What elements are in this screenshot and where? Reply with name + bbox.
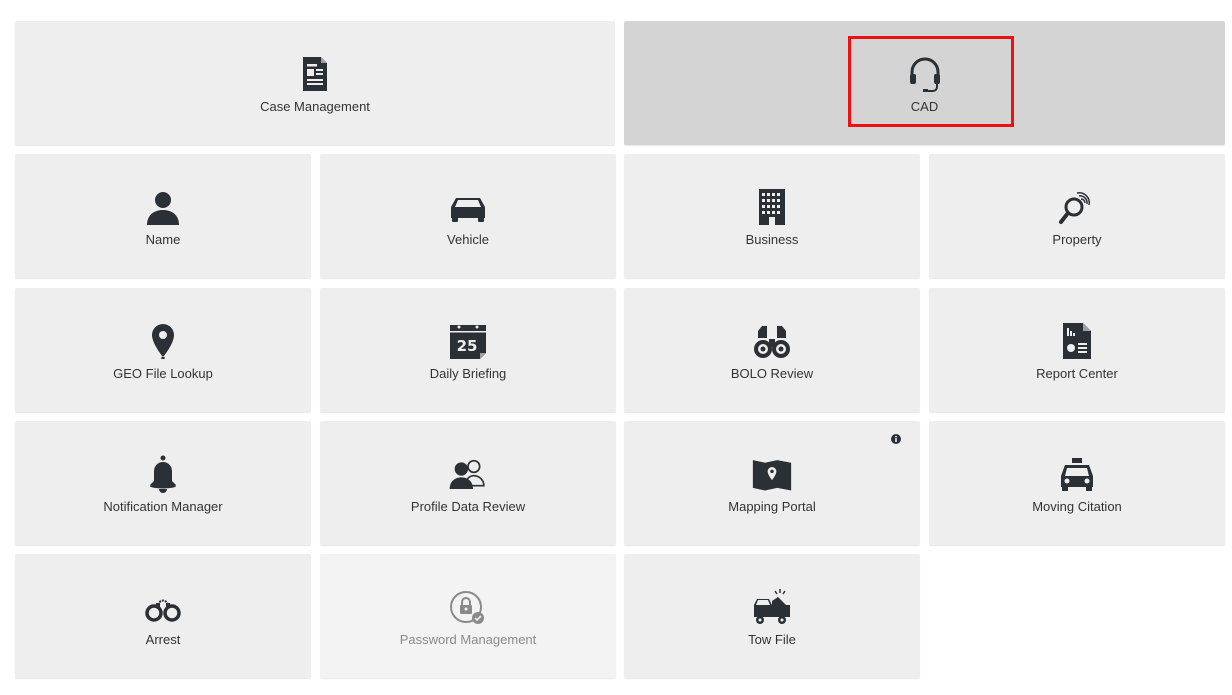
tile-geo-file-lookup[interactable]: GEO File Lookup [15,288,311,412]
info-icon[interactable] [891,434,901,444]
tile-business[interactable]: Business [624,154,920,278]
svg-text:25: 25 [457,337,478,355]
headset-icon [904,53,946,95]
tile-label: Vehicle [447,231,489,247]
tile-label: Tow File [748,631,796,647]
tile-name[interactable]: Name [15,154,311,278]
taxi-icon [1056,453,1098,495]
map-icon [751,453,793,495]
fingerprint-magnifier-icon [1056,186,1098,228]
tow-truck-icon [751,586,793,628]
tile-label: Name [145,231,181,247]
users-icon [447,453,489,495]
tile-password-management: Password Management [320,554,616,678]
tile-label: Password Management [399,631,537,647]
tile-notification-manager[interactable]: Notification Manager [15,421,311,545]
tile-label: Profile Data Review [410,498,526,514]
tile-bolo-review[interactable]: BOLO Review [624,288,920,412]
tile-label: BOLO Review [730,365,814,381]
tile-report-center[interactable]: Report Center [929,288,1225,412]
tile-label: Mapping Portal [728,498,816,514]
tile-label: Business [745,231,799,247]
tile-tow-file[interactable]: Tow File [624,554,920,678]
tile-property[interactable]: Property [929,154,1225,278]
person-icon [142,186,184,228]
tile-label: Daily Briefing [429,365,507,381]
tile-label: Property [1052,231,1102,247]
tile-moving-citation[interactable]: Moving Citation [929,421,1225,545]
tile-daily-briefing[interactable]: 25 Daily Briefing [320,288,616,412]
lock-icon [447,586,489,628]
tile-profile-data-review[interactable]: Profile Data Review [320,421,616,545]
tile-label: CAD [910,98,939,114]
calendar-icon: 25 [447,320,489,362]
report-icon [1056,320,1098,362]
tile-label: Notification Manager [103,498,223,514]
tile-arrest[interactable]: Arrest [15,554,311,678]
tile-mapping-portal[interactable]: Mapping Portal [624,421,920,545]
binoculars-icon [751,320,793,362]
map-pin-icon [142,320,184,362]
tile-label: Report Center [1036,365,1118,381]
tile-label: GEO File Lookup [113,365,213,381]
document-icon [294,53,336,95]
handcuffs-icon [142,586,184,628]
tile-label: Arrest [145,631,181,647]
tile-label: Moving Citation [1032,498,1122,514]
tile-vehicle[interactable]: Vehicle [320,154,616,278]
car-icon [447,186,489,228]
tile-cad[interactable]: CAD [624,21,1225,145]
tile-label: Case Management [260,98,370,114]
tile-case-management[interactable]: Case Management [15,21,615,145]
building-icon [751,186,793,228]
bell-icon [142,453,184,495]
